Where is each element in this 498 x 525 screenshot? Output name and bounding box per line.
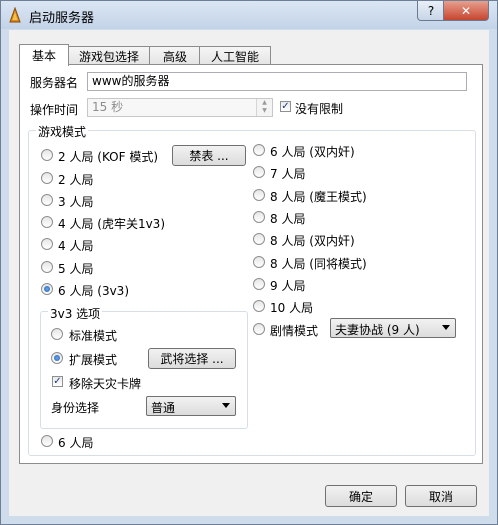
radio-mode-left-2[interactable] <box>41 194 53 206</box>
help-icon: ? <box>427 3 435 18</box>
mode-left-1-label: 2 人局 <box>58 173 94 187</box>
scenario-select-dropdown[interactable]: 夫妻协战 (9 人) <box>330 318 456 338</box>
radio-scenario-mode[interactable] <box>253 323 265 335</box>
remove-disaster-label: 移除天灾卡牌 <box>69 377 142 391</box>
op-time-label: 操作时间 <box>30 103 79 117</box>
radio-mode-left-6[interactable] <box>41 283 53 295</box>
v3v3-legend: 3v3 选项 <box>48 305 103 322</box>
role-select-label: 身份选择 <box>51 401 100 415</box>
mode-left-6-label: 6 人局 (3v3) <box>58 284 129 298</box>
mode-right-0-label: 6 人局 (双内奸) <box>270 145 355 159</box>
radio-mode-right-3[interactable] <box>253 211 265 223</box>
mode-left-0-label: 2 人局 (KOF 模式) <box>58 150 159 164</box>
chevron-down-icon <box>222 403 230 408</box>
role-select-dropdown[interactable]: 普通 <box>146 396 236 416</box>
radio-mode-right-7[interactable] <box>253 300 265 312</box>
server-name-label: 服务器名 <box>30 76 79 90</box>
app-logo-icon <box>9 7 21 23</box>
radio-mode-left-0[interactable] <box>41 149 53 161</box>
standard-mode-label: 标准模式 <box>69 329 118 343</box>
radio-extended-mode[interactable] <box>51 352 63 364</box>
mode-right-3-label: 8 人局 <box>270 212 306 226</box>
general-select-button[interactable]: 武将选择 ... <box>148 348 236 369</box>
radio-mode-right-5[interactable] <box>253 256 265 268</box>
radio-mode-left-1[interactable] <box>41 172 53 184</box>
cancel-button[interactable]: 取消 <box>405 485 477 507</box>
tab-game-packages[interactable]: 游戏包选择 <box>67 46 151 65</box>
ok-button[interactable]: 确定 <box>325 485 397 507</box>
radio-standard-mode[interactable] <box>51 328 63 340</box>
dialog-client: 基本 游戏包选择 高级 人工智能 服务器名 www的服务器 操作时间 15 秒 … <box>9 30 489 516</box>
basic-tab-panel: 服务器名 www的服务器 操作时间 15 秒 ▲ ▼ ✓ 没有限制 游戏模式 2 … <box>19 64 483 464</box>
server-name-input[interactable]: www的服务器 <box>87 72 467 91</box>
mode-right-1-label: 7 人局 <box>270 167 306 181</box>
no-limit-checkbox[interactable]: ✓ <box>280 101 291 112</box>
mode-left-5-label: 5 人局 <box>58 262 94 276</box>
spin-arrows-icon[interactable]: ▲ ▼ <box>256 99 272 116</box>
dialog-window: 启动服务器 ? ✕ 基本 游戏包选择 高级 人工智能 服务器名 www的服务器 … <box>0 0 498 525</box>
remove-disaster-checkbox[interactable]: ✓ <box>52 376 63 387</box>
tab-ai[interactable]: 人工智能 <box>199 46 271 65</box>
mode-right-4-label: 8 人局 (双内奸) <box>270 234 355 248</box>
radio-mode-left-3[interactable] <box>41 216 53 228</box>
mode-left-2-label: 3 人局 <box>58 195 94 209</box>
window-title: 启动服务器 <box>29 11 95 26</box>
help-button[interactable]: ? <box>417 1 445 21</box>
title-bar[interactable]: 启动服务器 ? ✕ <box>1 1 497 29</box>
tab-basic[interactable]: 基本 <box>19 44 69 66</box>
scenario-mode-label: 剧情模式 <box>270 324 319 338</box>
mode-left-3-label: 4 人局 (虎牢关1v3) <box>58 217 165 231</box>
mode-right-7-label: 10 人局 <box>270 301 314 315</box>
radio-mode-right-6[interactable] <box>253 278 265 290</box>
op-time-spinbox[interactable]: 15 秒 ▲ ▼ <box>87 98 273 117</box>
radio-mode-left-4[interactable] <box>41 238 53 250</box>
radio-mode-right-1[interactable] <box>253 166 265 178</box>
radio-mode-right-0[interactable] <box>253 144 265 156</box>
mode-right-2-label: 8 人局 (魔王模式) <box>270 190 367 204</box>
game-mode-legend: 游戏模式 <box>36 123 89 140</box>
no-limit-label: 没有限制 <box>295 102 344 116</box>
mode-right-6-label: 9 人局 <box>270 279 306 293</box>
radio-mode-right-2[interactable] <box>253 189 265 201</box>
mode-bottom-label: 6 人局 <box>58 436 94 450</box>
tab-advanced[interactable]: 高级 <box>149 46 201 65</box>
radio-mode-right-4[interactable] <box>253 233 265 245</box>
mode-left-4-label: 4 人局 <box>58 239 94 253</box>
close-icon: ✕ <box>460 3 472 18</box>
radio-mode-bottom[interactable] <box>41 435 53 447</box>
chevron-down-icon <box>442 325 450 330</box>
ban-list-button[interactable]: 禁表 ... <box>172 145 246 166</box>
extended-mode-label: 扩展模式 <box>69 353 118 367</box>
radio-mode-left-5[interactable] <box>41 261 53 273</box>
close-button[interactable]: ✕ <box>443 1 489 21</box>
mode-right-5-label: 8 人局 (同将模式) <box>270 257 367 271</box>
